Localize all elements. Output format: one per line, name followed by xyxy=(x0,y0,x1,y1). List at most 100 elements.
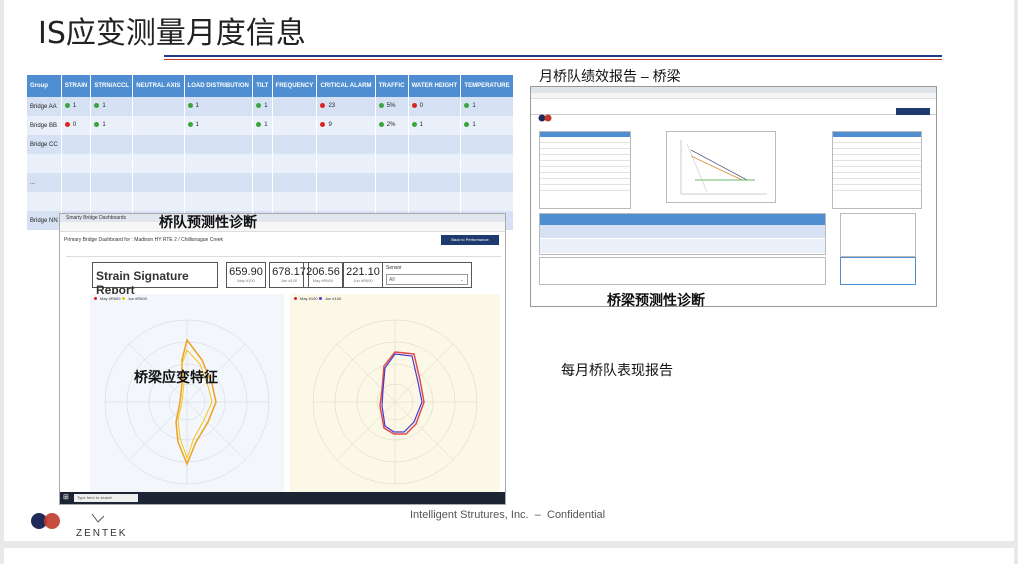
back-to-config-button[interactable]: Back to Performance Configuration xyxy=(441,235,499,252)
dashboard-header: Primary Bridge Dashboard for : Madison H… xyxy=(64,237,224,243)
table-cell xyxy=(460,135,514,154)
table-cell xyxy=(184,192,254,211)
footer-text: Intelligent Strutures, Inc. – Confidenti… xyxy=(410,509,606,521)
taskbar-search[interactable]: Type here to search xyxy=(74,494,138,502)
table-cell xyxy=(272,97,318,116)
table-cell xyxy=(316,154,376,173)
table-cell xyxy=(132,192,185,211)
table-cell xyxy=(27,154,62,173)
table-cell: 1 xyxy=(252,116,273,135)
table-cell xyxy=(184,135,254,154)
table-cell: 1 xyxy=(184,116,254,135)
strain-signature-caption: 桥梁应变特征 xyxy=(134,369,218,385)
alarm-dot-icon xyxy=(320,103,326,109)
table-cell xyxy=(408,154,462,173)
metric-card: 221.10 Jun #R600 xyxy=(343,262,383,288)
intelligent-structures-logo xyxy=(28,512,64,543)
address-bar[interactable] xyxy=(60,222,505,232)
table-row[interactable]: ... xyxy=(27,173,514,192)
table-cell: 1 xyxy=(252,97,273,116)
info-panel xyxy=(840,257,916,285)
browser-tab[interactable]: Smarty Bridge Dashboards xyxy=(60,214,505,222)
table-cell: 1 xyxy=(90,116,134,135)
table-cell xyxy=(27,192,62,211)
monthly-report-caption: 每月桥队表现报告 xyxy=(561,362,673,378)
table-cell xyxy=(61,192,92,211)
table-cell xyxy=(252,192,273,211)
table-cell xyxy=(460,154,514,173)
table-cell: Bridge NN xyxy=(27,211,62,230)
column-header: WATER HEIGHT xyxy=(408,75,462,97)
table-cell xyxy=(252,135,273,154)
table-cell xyxy=(61,154,92,173)
column-header: FREQUENCY xyxy=(272,75,318,97)
table-cell xyxy=(272,173,318,192)
table-cell: Bridge AA xyxy=(27,97,62,116)
table-cell xyxy=(272,192,318,211)
table-cell: Bridge CC xyxy=(27,135,62,154)
table-cell xyxy=(375,135,409,154)
table-cell xyxy=(408,192,462,211)
chevron-down-icon: ⌄ xyxy=(459,277,464,283)
table-cell xyxy=(132,97,185,116)
table-cell xyxy=(90,192,134,211)
metric-card: 659.90 May #100 xyxy=(226,262,266,288)
table-cell xyxy=(132,173,185,192)
table-cell xyxy=(252,173,273,192)
ok-dot-icon xyxy=(187,103,193,109)
table-cell xyxy=(460,192,514,211)
table-cell xyxy=(272,135,318,154)
ok-dot-icon xyxy=(378,122,384,128)
ok-dot-icon xyxy=(411,122,417,128)
table-cell: 1 xyxy=(61,97,92,116)
table-row[interactable]: Bridge BB 0 1 1 1 9 2% 1 1 xyxy=(27,116,514,135)
sensor-dropdown[interactable]: All ⌄ xyxy=(386,274,468,285)
bridge-status-table: Group STRAIN STRN/ACCL NEUTRAL AXIS LOAD DIS… xyxy=(27,75,514,230)
table-cell xyxy=(132,116,185,135)
ok-dot-icon xyxy=(64,103,70,109)
nav-action-button[interactable] xyxy=(896,108,930,115)
table-cell xyxy=(132,135,185,154)
page-title: IS应变测量月度信息 xyxy=(38,16,306,51)
table-cell xyxy=(408,173,462,192)
ok-dot-icon xyxy=(187,122,193,128)
logo-icon xyxy=(538,114,552,122)
zentek-logo: ZENTEK xyxy=(76,512,130,543)
sensor-select[interactable]: Sensor All ⌄ xyxy=(382,262,472,288)
summary-panel xyxy=(539,131,631,209)
table-cell xyxy=(316,135,376,154)
table-cell: 1 xyxy=(460,116,514,135)
table-cell: 1 xyxy=(184,97,254,116)
ok-dot-icon xyxy=(464,103,470,109)
column-header: CRITICAL ALARM xyxy=(316,75,376,97)
title-rule-blue xyxy=(164,55,942,57)
taskbar: ⊞ Type here to search xyxy=(60,492,505,504)
column-header: TRAFFIC xyxy=(375,75,409,97)
table-cell xyxy=(90,135,134,154)
table-cell: 0 xyxy=(61,116,92,135)
table-cell xyxy=(184,173,254,192)
table-row[interactable] xyxy=(27,192,514,211)
windows-start-icon[interactable]: ⊞ xyxy=(63,494,71,502)
alarm-dot-icon xyxy=(411,103,417,109)
table-row[interactable] xyxy=(27,154,514,173)
table-row[interactable]: Bridge CC xyxy=(27,135,514,154)
table-cell: ... xyxy=(27,173,62,192)
table-cell xyxy=(272,154,318,173)
ok-dot-icon xyxy=(256,103,262,109)
title-rule-red xyxy=(164,59,942,60)
table-cell xyxy=(272,116,318,135)
report-title: Strain Signature Report xyxy=(92,262,218,297)
table-row[interactable]: Bridge AA 1 1 1 1 23 5% 0 1 xyxy=(27,97,514,116)
notes-panel xyxy=(539,257,826,285)
table-cell: 1 xyxy=(90,97,134,116)
table-cell xyxy=(90,173,134,192)
alarm-dot-icon xyxy=(64,122,70,128)
table-cell xyxy=(132,154,185,173)
ok-dot-icon xyxy=(378,103,384,109)
table-cell: 1 xyxy=(460,97,514,116)
column-header: NEUTRAL AXIS xyxy=(132,75,185,97)
radar-chart-left: May #R600 Jun #R600 xyxy=(90,294,284,494)
table-cell: 23 xyxy=(316,97,376,116)
table-cell: 0 xyxy=(408,97,462,116)
